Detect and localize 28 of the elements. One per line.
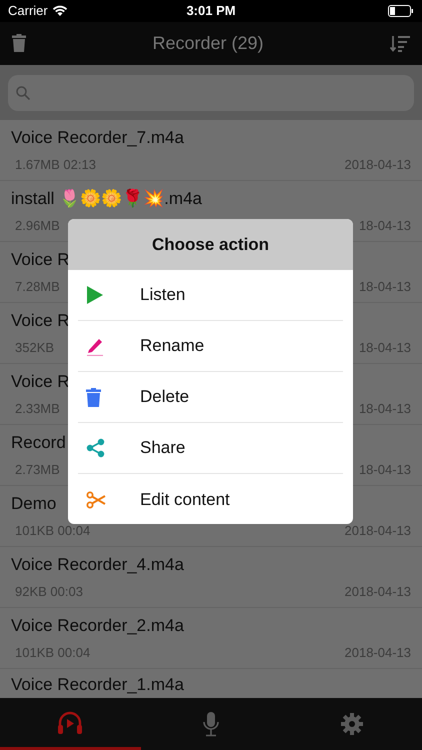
scissors-icon [86, 490, 106, 508]
headphones-play-icon [57, 710, 84, 736]
search-field[interactable] [8, 75, 414, 111]
recording-title: Demo [11, 494, 56, 514]
recording-title: install 🌷🌼🌼🌹💥.m4a [11, 188, 202, 208]
recording-title: Voice Recorder_1.m4a [11, 675, 184, 695]
trash-icon [86, 388, 101, 406]
recording-title: Voice R [11, 250, 70, 270]
trash-icon [12, 34, 26, 52]
clock-time: 3:01 PM [186, 2, 236, 20]
play-icon [86, 285, 104, 305]
carrier-text: Carrier [8, 2, 48, 20]
recording-title: Voice Recorder_7.m4a [11, 128, 184, 148]
sort-icon [390, 34, 410, 52]
recording-title: Record [11, 432, 66, 452]
share-icon [86, 438, 106, 458]
microphone-icon [203, 711, 219, 737]
recording-title: Voice Recorder_4.m4a [11, 554, 184, 574]
search-icon [16, 86, 30, 100]
wifi-icon [52, 5, 68, 17]
settings-icon [340, 713, 363, 735]
pencil-icon [86, 336, 104, 356]
recording-title: Voice R [11, 372, 70, 392]
recording-title: Voice R [11, 310, 70, 330]
screen-title: Recorder (29) [152, 32, 264, 55]
battery-icon [388, 5, 414, 17]
recording-title: Voice Recorder_2.m4a [11, 616, 184, 636]
dialog-title: Choose action [152, 234, 270, 256]
